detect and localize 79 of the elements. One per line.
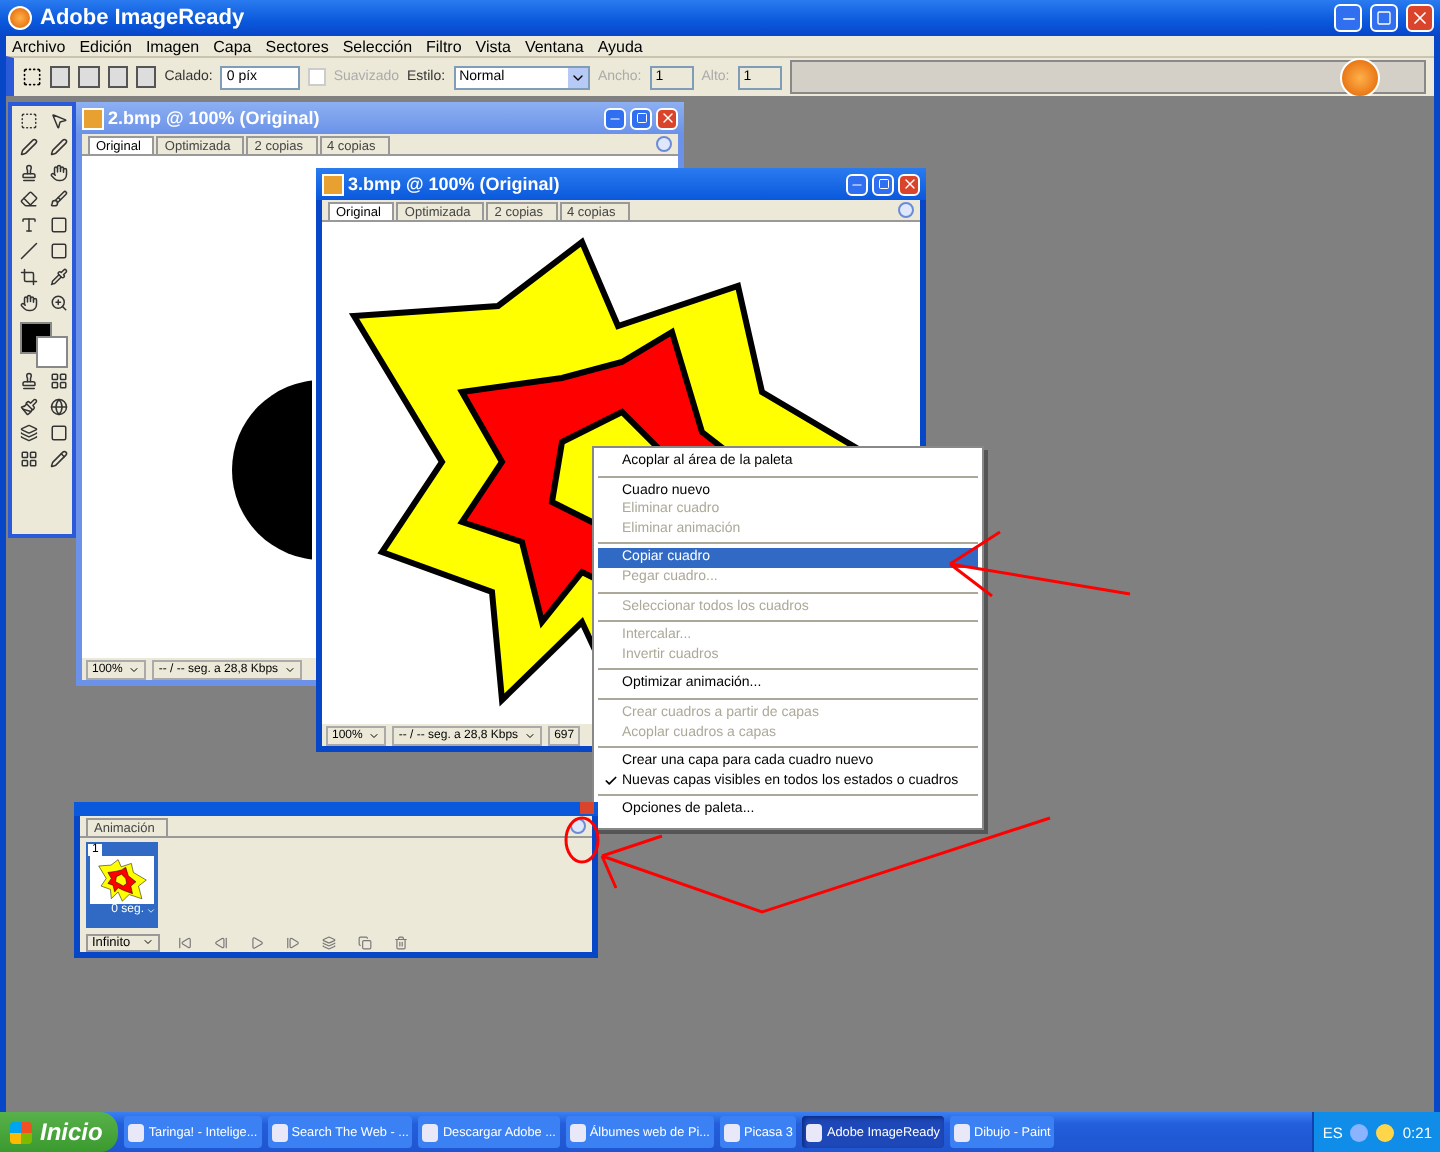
- tool-button[interactable]: [46, 422, 72, 444]
- tool-button[interactable]: [16, 370, 42, 392]
- caret-icon: [128, 663, 141, 675]
- window-title: 3.bmp @ 100% (Original): [348, 174, 562, 194]
- playback-icon: [357, 935, 372, 949]
- menu-item[interactable]: Capa: [213, 37, 252, 55]
- menu-item[interactable]: Sectores: [265, 37, 329, 55]
- marquee-icon[interactable]: [22, 66, 43, 88]
- menu-item[interactable]: Ventana: [524, 37, 584, 55]
- maximize-icon: [1376, 10, 1392, 26]
- window-title: 2.bmp @ 100% (Original): [108, 108, 322, 128]
- tool-button[interactable]: [46, 292, 72, 314]
- tool-button[interactable]: [46, 162, 72, 184]
- tool-button[interactable]: [46, 396, 72, 418]
- caret-icon: [524, 729, 537, 741]
- menu-item[interactable]: Ayuda: [597, 37, 643, 55]
- caret-icon: [146, 905, 156, 915]
- minimize-button[interactable]: [846, 173, 868, 195]
- document-icon: [82, 107, 104, 129]
- window-menu-button[interactable]: [898, 202, 914, 218]
- selection-mode-icon[interactable]: [50, 66, 71, 88]
- playback-icon: [249, 935, 264, 949]
- caret-icon: [142, 936, 155, 948]
- close-button[interactable]: [656, 107, 678, 129]
- menu-item[interactable]: Filtro: [426, 37, 462, 55]
- tool-button[interactable]: [16, 136, 42, 158]
- tool-button[interactable]: [46, 136, 72, 158]
- menu-item[interactable]: Selección: [342, 37, 413, 55]
- close-button[interactable]: [898, 173, 920, 195]
- menu-item[interactable]: Vista: [475, 37, 511, 55]
- color-swatches[interactable]: [16, 318, 72, 366]
- maximize-button[interactable]: [872, 173, 894, 195]
- tool-button[interactable]: [46, 240, 72, 262]
- check-icon: [604, 773, 618, 788]
- maximize-icon: [635, 112, 647, 124]
- document-icon: [322, 173, 344, 195]
- logo-icon[interactable]: [1340, 58, 1381, 98]
- playback-icon: [393, 935, 408, 949]
- tool-button[interactable]: [46, 266, 72, 288]
- playback-icon: [177, 935, 192, 949]
- menu-item[interactable]: Archivo: [12, 37, 66, 55]
- close-button[interactable]: [1406, 4, 1434, 32]
- selection-mode-icon[interactable]: [78, 66, 100, 88]
- minimize-button[interactable]: [604, 107, 626, 129]
- maximize-button[interactable]: [630, 107, 652, 129]
- tool-button[interactable]: [16, 422, 42, 444]
- playback-icon: [321, 935, 336, 949]
- playback-icon: [285, 935, 300, 949]
- menu-item[interactable]: Edición: [79, 37, 132, 55]
- tool-button[interactable]: [16, 448, 42, 470]
- tool-button[interactable]: [46, 188, 72, 210]
- close-icon: [659, 110, 675, 126]
- maximize-icon: [877, 178, 889, 190]
- menu-item[interactable]: Imagen: [145, 37, 200, 55]
- app-icon: [8, 6, 32, 30]
- tool-button[interactable]: [16, 396, 42, 418]
- caret-icon: [368, 729, 381, 741]
- tool-button[interactable]: [16, 240, 42, 262]
- window-menu-button[interactable]: [656, 136, 672, 152]
- tool-button[interactable]: [46, 370, 72, 392]
- tool-button[interactable]: [16, 292, 42, 314]
- tool-button[interactable]: [46, 214, 72, 236]
- tool-button[interactable]: [16, 188, 42, 210]
- selection-mode-icon[interactable]: [107, 66, 128, 88]
- playback-icon: [213, 935, 228, 949]
- tool-button[interactable]: [16, 214, 42, 236]
- tool-button[interactable]: [16, 266, 42, 288]
- tool-button[interactable]: [46, 448, 72, 470]
- star-image: [96, 858, 148, 902]
- app-title: Adobe ImageReady: [40, 6, 247, 30]
- caret-icon: [284, 663, 297, 675]
- maximize-button[interactable]: [1370, 4, 1398, 32]
- tool-button[interactable]: [46, 110, 72, 132]
- tool-button[interactable]: [16, 110, 42, 132]
- tool-button[interactable]: [16, 162, 42, 184]
- close-icon: [901, 176, 917, 192]
- close-icon: [1410, 8, 1430, 28]
- selection-mode-icon[interactable]: [135, 66, 157, 88]
- minimize-button[interactable]: [1334, 4, 1362, 32]
